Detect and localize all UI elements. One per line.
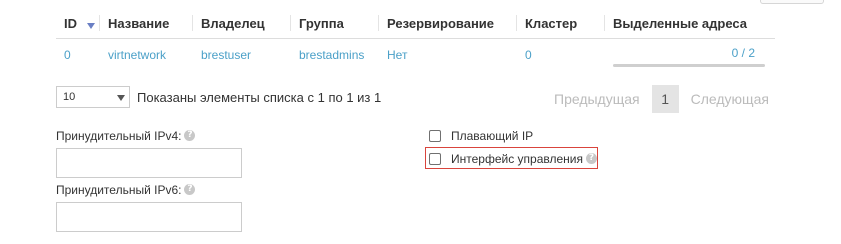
cell-id: 0 [64, 47, 71, 62]
chevron-down-icon [117, 95, 125, 101]
column-header-group[interactable]: Группа [291, 8, 379, 39]
column-header-cluster[interactable]: Кластер [517, 8, 605, 39]
column-header-label: Резервирование [387, 15, 495, 31]
column-header-label: Выделенные адреса [613, 15, 748, 31]
pagination-info: Показаны элементы списка с 1 по 1 из 1 [137, 90, 382, 105]
column-header-label: ID [64, 15, 77, 31]
sort-desc-icon [87, 23, 95, 30]
table-row[interactable]: 0 virtnetwork brestuser brestadmins Нет … [56, 39, 775, 71]
vnet-table-wrapper: ID Название Владелец Группа Резервирован… [56, 8, 775, 70]
mgmt-interface-checkbox[interactable] [429, 153, 441, 165]
vnet-selection-panel: ID Название Владелец Группа Резервирован… [0, 0, 841, 244]
vnet-table: ID Название Владелец Группа Резервирован… [56, 8, 775, 70]
leases-value: 0 / 2 [731, 45, 755, 60]
column-header-owner[interactable]: Владелец [193, 8, 291, 39]
column-header-label: Владелец [201, 15, 265, 31]
floating-ip-checkbox[interactable] [429, 130, 441, 142]
ipv6-input[interactable] [56, 202, 242, 232]
page-size-value: 10 [63, 91, 76, 103]
table-header-row: ID Название Владелец Группа Резервирован… [56, 8, 775, 39]
pagination-controls: Предыдущая 1 Следующая [544, 84, 779, 114]
column-header-leases[interactable]: Выделенные адреса [605, 8, 775, 39]
cell-reservation: Нет [387, 47, 408, 62]
column-header-label: Название [108, 15, 170, 31]
column-header-id[interactable]: ID [56, 8, 100, 39]
next-page-button[interactable]: Следующая [681, 84, 779, 114]
leases-progress-bar [613, 64, 765, 67]
cell-group: brestadmins [299, 47, 365, 62]
current-page-button[interactable]: 1 [651, 85, 679, 113]
ipv6-label-text: Принудительный IPv6: [56, 183, 182, 197]
column-header-label: Кластер [525, 15, 578, 31]
column-header-label: Группа [299, 15, 344, 31]
cell-cluster: 0 [525, 47, 532, 62]
cell-name: virtnetwork [108, 47, 167, 62]
page-size-select[interactable]: 10 [56, 86, 130, 108]
cell-owner: brestuser [201, 47, 252, 62]
mgmt-interface-option[interactable]: Интерфейс управления? [429, 152, 597, 166]
search-input-edge[interactable] [760, 0, 824, 4]
help-icon[interactable]: ? [586, 152, 597, 164]
ipv6-field-label: Принудительный IPv6:? [56, 183, 196, 197]
floating-ip-label: Плавающий IP [451, 129, 534, 143]
help-icon[interactable]: ? [184, 130, 196, 142]
ipv4-input[interactable] [56, 148, 242, 178]
floating-ip-option[interactable]: Плавающий IP [429, 129, 533, 143]
previous-page-button[interactable]: Предыдущая [544, 84, 650, 114]
column-header-reservation[interactable]: Резервирование [379, 8, 517, 39]
cell-leases: 0 / 2 [605, 39, 775, 71]
column-header-name[interactable]: Название [100, 8, 193, 39]
ipv4-label-text: Принудительный IPv4: [56, 129, 182, 143]
ipv4-field-label: Принудительный IPv4:? [56, 129, 196, 143]
mgmt-interface-label: Интерфейс управления [451, 152, 583, 166]
help-icon[interactable]: ? [184, 184, 196, 196]
